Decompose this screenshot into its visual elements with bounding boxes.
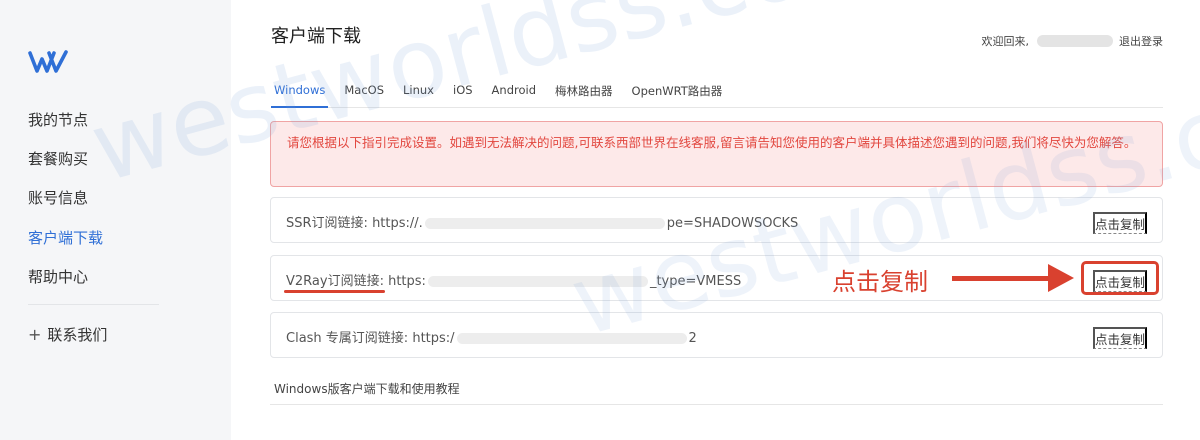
sidebar: 我的节点 套餐购买 账号信息 客户端下载 帮助中心 + 联系我们 [0,0,231,440]
annotation-arrow-line [952,276,1057,281]
tab-windows[interactable]: Windows [271,80,329,108]
clash-link-text: Clash 专属订阅链接: https:/ 2 [286,327,697,346]
alert-message: 请您根据以下指引完成设置。如遇到无法解决的问题,可联系西部世界在线客服,留言请告… [270,121,1163,187]
plus-icon: + [28,325,42,344]
link-url-end: 2 [688,331,697,346]
link-url-start: https://. [372,216,423,231]
user-bar: 欢迎回来, 退出登录 [981,33,1163,49]
redacted-username [1037,35,1113,47]
sidebar-item-account-info[interactable]: 账号信息 [28,187,88,208]
logo-icon [28,50,68,73]
tab-merlin-router[interactable]: 梅林路由器 [552,80,616,108]
annotation-highlight-box [1081,261,1159,295]
tab-openwrt-router[interactable]: OpenWRT路由器 [629,80,726,108]
annotation-arrow-icon [1048,264,1074,292]
sidebar-item-help-center[interactable]: 帮助中心 [28,266,88,287]
tab-android[interactable]: Android [489,80,539,108]
tab-macos[interactable]: MacOS [341,80,387,108]
link-label: SSR订阅链接: [286,216,368,231]
ssr-link-row: SSR订阅链接: https://. pe=SHADOWSOCKS 点击复制 [270,197,1163,243]
sidebar-item-label: 联系我们 [47,326,108,344]
link-label: Clash 专属订阅链接: [286,331,409,346]
tutorial-link[interactable]: Windows版客户端下载和使用教程 [274,380,460,397]
tab-linux[interactable]: Linux [400,80,437,108]
annotation-underline [284,290,385,293]
page-title: 客户端下载 [271,26,361,47]
link-url-end: pe=SHADOWSOCKS [666,216,799,231]
redacted-url [456,333,687,344]
ssr-link-text: SSR订阅链接: https://. pe=SHADOWSOCKS [286,212,798,231]
platform-tabs: Windows MacOS Linux iOS Android 梅林路由器 Op… [271,80,1163,108]
logout-link[interactable]: 退出登录 [1119,33,1163,49]
sidebar-item-client-download[interactable]: 客户端下载 [28,227,103,248]
link-url-start: https: [388,274,426,289]
v2ray-link-text: V2Ray订阅链接: https: _type=VMESS [286,270,741,289]
link-url-start: https:/ [412,331,455,346]
main-content: 客户端下载 欢迎回来, 退出登录 Windows MacOS Linux iOS… [231,0,1200,440]
redacted-url [427,276,648,287]
sidebar-item-contact-us[interactable]: + 联系我们 [28,324,107,345]
clash-link-row: Clash 专属订阅链接: https:/ 2 点击复制 [270,312,1163,358]
divider [270,404,1163,405]
copy-clash-button[interactable]: 点击复制 [1092,327,1147,349]
link-url-end: _type=VMESS [649,274,742,289]
tab-ios[interactable]: iOS [450,80,476,108]
redacted-url [424,218,665,229]
sidebar-item-my-nodes[interactable]: 我的节点 [28,109,88,130]
link-label: V2Ray订阅链接: [286,274,384,289]
sidebar-item-plan-purchase[interactable]: 套餐购买 [28,148,88,169]
copy-ssr-button[interactable]: 点击复制 [1092,212,1147,234]
welcome-text: 欢迎回来, [981,35,1030,48]
sidebar-divider [28,304,159,305]
annotation-callout-label: 点击复制 [832,268,928,296]
